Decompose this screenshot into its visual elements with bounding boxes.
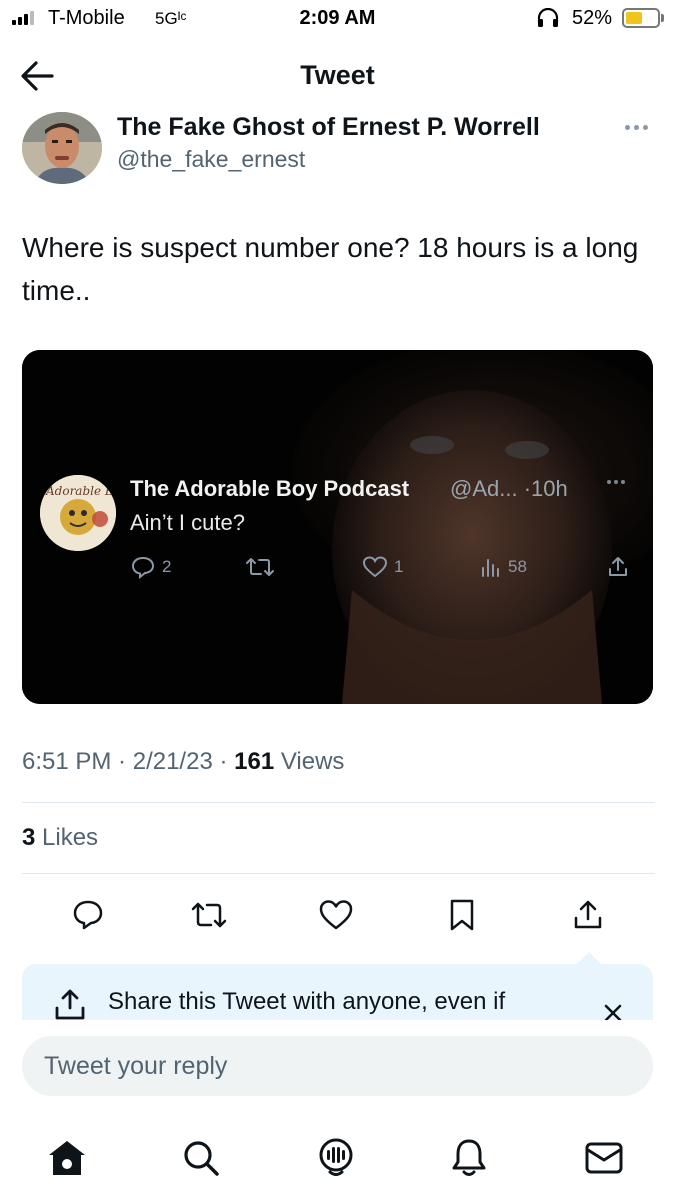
embedded-text: Ain’t I cute? — [130, 510, 245, 535]
tweet-timestamp: 6:51 PM · 2/21/23 · 161 Views — [22, 748, 345, 775]
media-photo — [22, 350, 653, 704]
retweet-icon — [246, 558, 274, 576]
bottom-tab-bar — [0, 1110, 675, 1200]
tweet-media[interactable]: Adorable Boy The Adorable Boy Podcast @A… — [22, 350, 653, 704]
share-button[interactable] — [566, 893, 610, 937]
share-icon — [55, 989, 85, 1020]
reply-icon — [131, 556, 155, 579]
embedded-more-icon — [607, 480, 625, 484]
more-options-icon[interactable] — [620, 117, 652, 137]
tooltip-arrow — [577, 952, 601, 964]
views-label: Views — [280, 748, 345, 775]
spaces-icon — [319, 1138, 353, 1176]
embedded-avatar: Adorable Boy — [40, 475, 116, 551]
embedded-like: 1 — [362, 554, 403, 580]
views-icon — [482, 559, 499, 577]
likes-label: Likes — [42, 824, 99, 851]
battery-tip — [661, 14, 664, 22]
embedded-like-count: 1 — [394, 557, 404, 576]
retweet-button[interactable] — [187, 893, 231, 937]
views-count: 161 — [234, 748, 275, 775]
tweet-time: 6:51 PM — [22, 748, 112, 775]
author-avatar[interactable] — [22, 112, 102, 184]
retweet-icon — [191, 902, 227, 928]
reply-icon — [73, 900, 103, 930]
battery-icon — [622, 8, 660, 28]
messages-icon — [585, 1142, 623, 1174]
divider — [22, 802, 655, 803]
bookmark-icon — [450, 899, 474, 931]
like-button[interactable] — [314, 893, 358, 937]
embedded-author-name: The Adorable Boy Podcast — [130, 476, 410, 501]
tweet-text: Where is suspect number one? 18 hours is… — [22, 232, 639, 306]
embedded-views-count: 58 — [508, 557, 527, 576]
heart-icon — [362, 556, 388, 578]
embedded-reply-count: 2 — [162, 557, 172, 576]
headphones-icon — [537, 8, 559, 27]
divider — [22, 873, 655, 874]
status-bar: T-Mobile 5Gᴵᶜ 2:09 AM 52% — [0, 0, 675, 38]
tab-messages[interactable] — [580, 1134, 628, 1182]
tab-notifications[interactable] — [445, 1134, 493, 1182]
embedded-views: 58 — [480, 554, 527, 580]
search-icon — [184, 1141, 219, 1176]
page-title: Tweet — [300, 60, 375, 90]
embedded-avatar-logo: Adorable Boy — [45, 484, 116, 498]
embedded-share — [606, 554, 630, 580]
share-icon — [609, 557, 627, 576]
embedded-reply: 2 — [130, 554, 171, 580]
bookmark-button[interactable] — [440, 893, 484, 937]
top-nav: Tweet — [0, 40, 675, 112]
battery-percent: 52% — [572, 7, 613, 29]
tab-search[interactable] — [177, 1134, 225, 1182]
home-icon — [49, 1141, 85, 1175]
likes-count: 3 — [22, 824, 36, 851]
reply-bar — [0, 1020, 675, 1110]
tweet-date: 2/21/23 — [132, 748, 213, 775]
tab-spaces[interactable] — [312, 1134, 360, 1182]
embedded-meta: @Ad... ·10h — [450, 476, 568, 501]
embedded-retweet — [244, 554, 276, 580]
heart-icon — [319, 900, 353, 930]
share-icon — [574, 900, 602, 929]
tab-home[interactable] — [43, 1134, 91, 1182]
author-handle[interactable]: @the_fake_ernest — [117, 146, 305, 173]
reply-button[interactable] — [66, 893, 110, 937]
author-name[interactable]: The Fake Ghost of Ernest P. Worrell — [117, 113, 540, 142]
reply-input[interactable] — [22, 1036, 653, 1096]
likes-summary[interactable]: 3 Likes — [22, 824, 98, 852]
tweet-actions — [0, 893, 675, 937]
notifications-icon — [452, 1139, 486, 1176]
share-tooltip-text: Share this Tweet with anyone, even if — [108, 988, 506, 1015]
